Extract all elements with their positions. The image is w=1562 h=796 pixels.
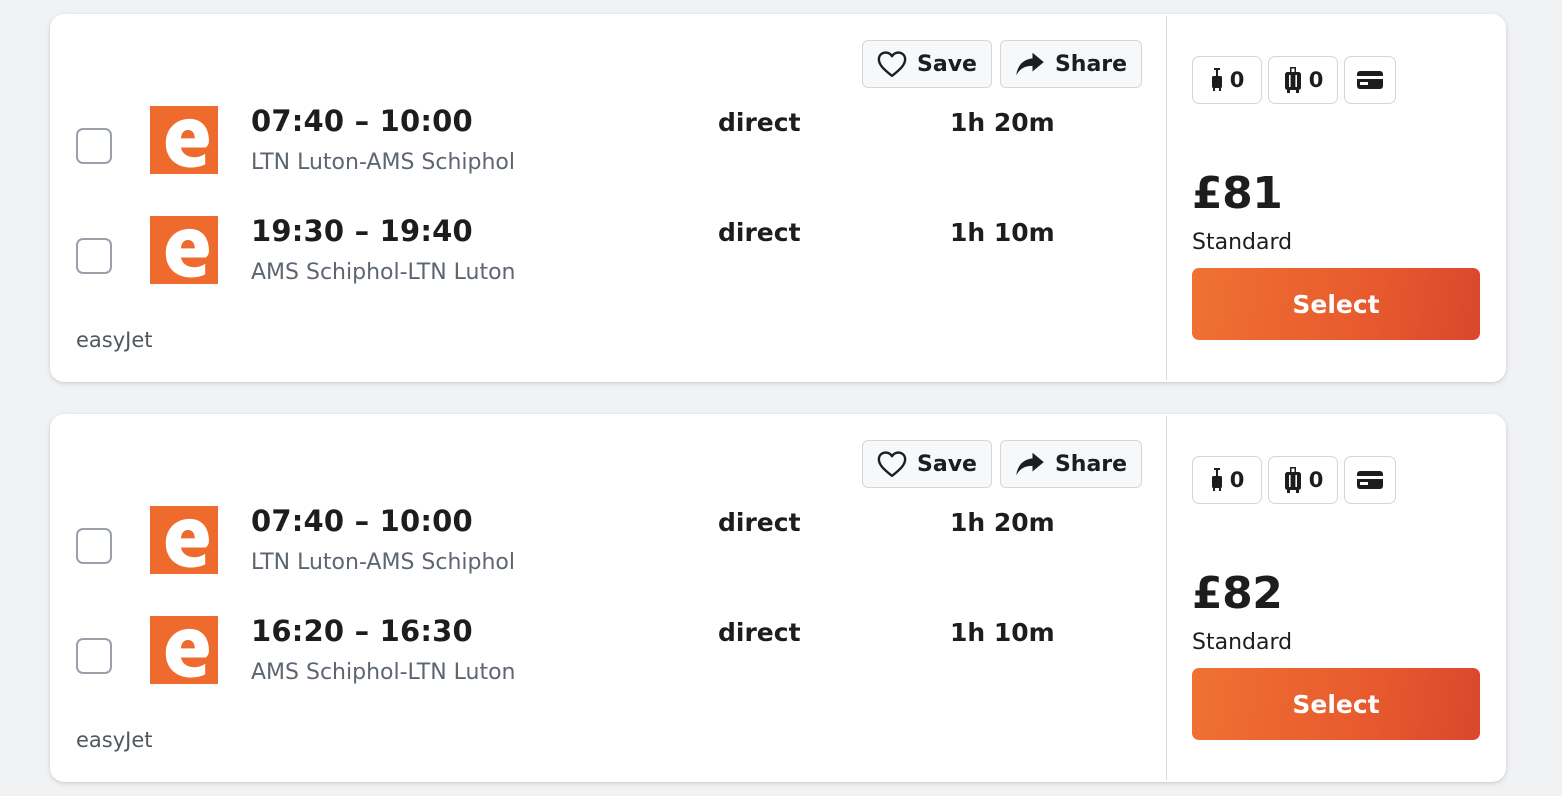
easyjet-logo [150,616,218,684]
flight-route: LTN Luton-AMS Schiphol [251,550,515,575]
flight-stops: direct [718,618,801,647]
price: £82 [1192,568,1283,619]
save-button[interactable]: Save [862,40,992,88]
carry-on-badge[interactable]: 0 [1268,56,1338,104]
personal-item-count: 0 [1229,68,1245,92]
save-label: Save [917,451,977,477]
flight-times: 19:30 – 19:40 [251,214,473,248]
card-icon [1357,471,1383,489]
select-button[interactable]: Select [1192,268,1480,340]
easyjet-logo [150,216,218,284]
cabin-suitcase-icon [1284,467,1301,493]
leg-checkbox[interactable] [76,238,112,274]
price: £81 [1192,168,1283,219]
flight-route: LTN Luton-AMS Schiphol [251,150,515,175]
flight-duration: 1h 20m [950,108,1055,137]
easyjet-logo [150,106,218,174]
result-card: Save Share 07:40 – 10:00 LTN Luton-AMS S… [50,414,1506,782]
share-label: Share [1054,451,1128,477]
personal-item-bag-icon [1211,68,1222,91]
flight-duration: 1h 10m [950,218,1055,247]
share-button[interactable]: Share [1000,40,1142,88]
flight-leg-return: 16:20 – 16:30 AMS Schiphol-LTN Luton dir… [50,614,1150,704]
flight-route: AMS Schiphol-LTN Luton [251,260,516,285]
payment-card-badge[interactable] [1344,456,1396,504]
personal-item-badge[interactable]: 0 [1192,56,1262,104]
card-divider [1166,416,1167,780]
card-divider [1166,16,1167,380]
airline-name: easyJet [76,328,153,352]
leg-checkbox[interactable] [76,638,112,674]
fare-class: Standard [1192,630,1293,655]
flight-stops: direct [718,218,801,247]
flight-stops: direct [718,108,801,137]
flight-times: 07:40 – 10:00 [251,504,473,538]
fare-class: Standard [1192,230,1293,255]
flight-times: 16:20 – 16:30 [251,614,473,648]
flight-leg-outbound: 07:40 – 10:00 LTN Luton-AMS Schiphol dir… [50,104,1150,194]
share-arrow-icon [1016,52,1044,76]
airline-name: easyJet [76,728,153,752]
personal-item-bag-icon [1211,468,1222,491]
flight-duration: 1h 10m [950,618,1055,647]
heart-icon [877,451,907,478]
save-label: Save [917,51,977,77]
carry-on-count: 0 [1308,468,1324,492]
personal-item-count: 0 [1229,468,1245,492]
save-button[interactable]: Save [862,440,992,488]
personal-item-badge[interactable]: 0 [1192,456,1262,504]
result-card: Save Share 07:40 – 10:00 LTN Luton-AMS S… [50,14,1506,382]
payment-card-badge[interactable] [1344,56,1396,104]
leg-checkbox[interactable] [76,128,112,164]
flight-leg-outbound: 07:40 – 10:00 LTN Luton-AMS Schiphol dir… [50,504,1150,594]
flight-stops: direct [718,508,801,537]
card-icon [1357,71,1383,89]
flight-duration: 1h 20m [950,508,1055,537]
flight-times: 07:40 – 10:00 [251,104,473,138]
heart-icon [877,51,907,78]
flight-route: AMS Schiphol-LTN Luton [251,660,516,685]
select-button[interactable]: Select [1192,668,1480,740]
cabin-suitcase-icon [1284,67,1301,93]
easyjet-logo [150,506,218,574]
share-arrow-icon [1016,452,1044,476]
share-label: Share [1054,51,1128,77]
share-button[interactable]: Share [1000,440,1142,488]
carry-on-count: 0 [1308,68,1324,92]
carry-on-badge[interactable]: 0 [1268,456,1338,504]
flight-leg-return: 19:30 – 19:40 AMS Schiphol-LTN Luton dir… [50,214,1150,304]
leg-checkbox[interactable] [76,528,112,564]
